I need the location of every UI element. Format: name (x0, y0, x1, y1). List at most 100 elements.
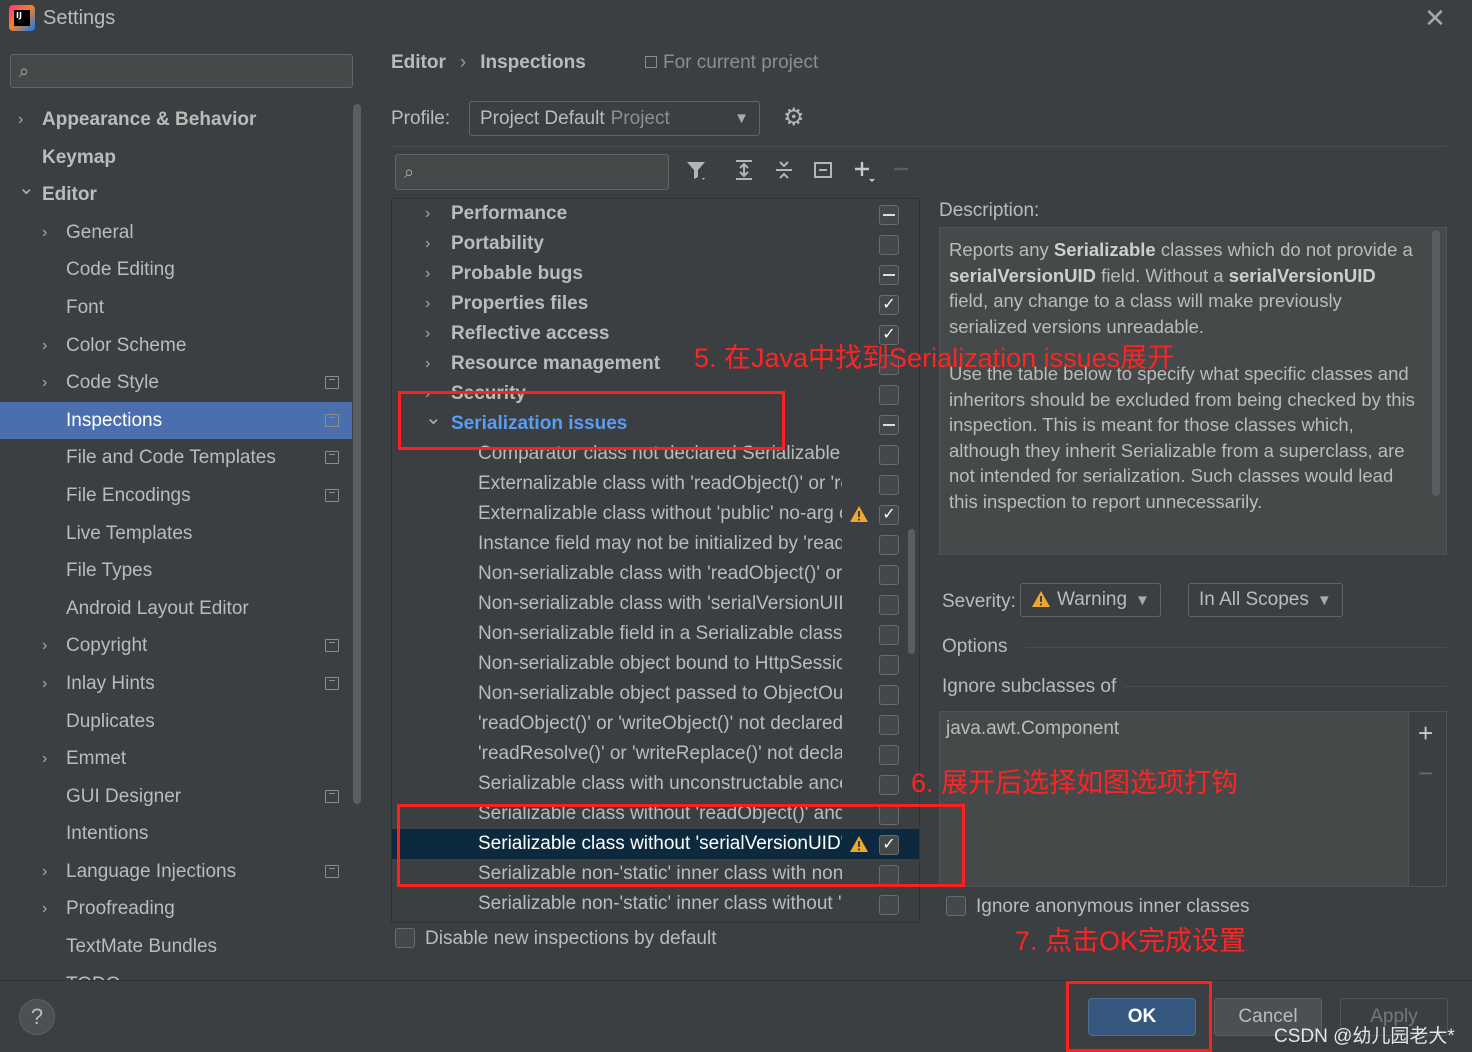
sidebar-item-file-and-code-templates[interactable]: File and Code Templates (0, 439, 352, 477)
inspection-item[interactable]: Instance field may not be initialized by… (392, 529, 919, 559)
chevron-right-icon[interactable]: › (42, 853, 58, 891)
inspection-item[interactable]: Serializable class with unconstructable … (392, 769, 919, 799)
inspection-search-input[interactable]: ⌕ (395, 154, 669, 190)
sidebar-item-inlay-hints[interactable]: › Inlay Hints (0, 665, 352, 703)
sidebar-item-gui-designer[interactable]: GUI Designer (0, 778, 352, 816)
inspection-checkbox[interactable] (879, 415, 899, 435)
profile-dropdown[interactable]: Project Default Project ▼ (469, 101, 760, 136)
chevron-right-icon[interactable]: › (42, 627, 58, 665)
remove-class-icon[interactable]: − (1418, 758, 1433, 789)
chevron-right-icon[interactable]: › (425, 259, 430, 289)
sidebar-item-intentions[interactable]: Intentions (0, 815, 352, 853)
chevron-right-icon[interactable]: › (18, 101, 34, 139)
chevron-right-icon[interactable]: › (425, 319, 430, 349)
inspection-checkbox[interactable] (879, 535, 899, 555)
sidebar-item-code-editing[interactable]: Code Editing (0, 251, 352, 289)
chevron-right-icon[interactable]: › (42, 364, 58, 402)
inspection-checkbox[interactable] (879, 205, 899, 225)
sidebar-item-code-style[interactable]: › Code Style (0, 364, 352, 402)
sidebar-item-file-encodings[interactable]: File Encodings (0, 477, 352, 515)
inspection-checkbox[interactable] (879, 445, 899, 465)
sidebar-item-proofreading[interactable]: › Proofreading (0, 890, 352, 928)
inspection-checkbox[interactable] (879, 595, 899, 615)
ignore-anonymous-checkbox[interactable] (946, 896, 966, 916)
chevron-right-icon[interactable]: › (42, 740, 58, 778)
sidebar-item-inspections[interactable]: Inspections (0, 401, 352, 440)
close-icon[interactable]: ✕ (1422, 4, 1448, 32)
severity-dropdown[interactable]: Warning ▼ (1020, 583, 1161, 617)
sidebar-item-textmate-bundles[interactable]: TextMate Bundles (0, 928, 352, 966)
inspection-checkbox[interactable] (879, 895, 899, 915)
sidebar-item-editor[interactable]: ⌄ Editor (0, 176, 352, 214)
inspection-checkbox[interactable] (879, 685, 899, 705)
ignore-anonymous-option[interactable]: Ignore anonymous inner classes (946, 896, 1250, 918)
remove-icon[interactable] (888, 158, 914, 186)
add-icon[interactable] (851, 158, 877, 186)
inspection-item[interactable]: Non-serializable object bound to HttpSes… (392, 649, 919, 679)
inspection-item[interactable]: 'readObject()' or 'writeObject()' not de… (392, 709, 919, 739)
inspection-group[interactable]: › Performance (392, 199, 919, 229)
sidebar-item-appearance-behavior[interactable]: › Appearance & Behavior (0, 101, 352, 139)
chevron-right-icon[interactable]: › (425, 199, 430, 229)
inspection-tree-scrollbar[interactable] (908, 529, 915, 654)
inspection-group[interactable]: › Portability (392, 229, 919, 259)
sidebar-item-android-layout-editor[interactable]: Android Layout Editor (0, 590, 352, 628)
inspection-item[interactable]: Non-serializable class with 'serialVersi… (392, 589, 919, 619)
reset-icon[interactable] (810, 158, 836, 186)
inspection-item[interactable]: Externalizable class with 'readObject()'… (392, 469, 919, 499)
inspection-item[interactable]: Non-serializable field in a Serializable… (392, 619, 919, 649)
inspection-checkbox[interactable] (879, 625, 899, 645)
disable-new-checkbox[interactable] (395, 928, 415, 948)
inspection-item[interactable]: Serializable non-'static' inner class wi… (392, 889, 919, 919)
add-class-icon[interactable]: + (1418, 718, 1433, 749)
inspection-checkbox[interactable] (879, 475, 899, 495)
scope-dropdown[interactable]: In All Scopes ▼ (1188, 583, 1343, 617)
inspection-item[interactable]: 'readResolve()' or 'writeReplace()' not … (392, 739, 919, 769)
inspection-group[interactable]: › Properties files ✓ (392, 289, 919, 319)
breadcrumb-editor[interactable]: Editor (391, 52, 446, 73)
disable-new-inspections[interactable]: Disable new inspections by default (395, 928, 717, 950)
inspection-checkbox[interactable] (879, 565, 899, 585)
help-button[interactable]: ? (19, 999, 55, 1035)
inspection-checkbox[interactable] (879, 745, 899, 765)
inspection-checkbox[interactable] (879, 655, 899, 675)
sidebar-item-todo[interactable]: TODO (0, 966, 352, 980)
sidebar-item-file-types[interactable]: File Types (0, 552, 352, 590)
inspection-checkbox[interactable]: ✓ (879, 295, 899, 315)
collapse-all-icon[interactable] (771, 158, 797, 186)
gear-icon[interactable]: ⚙ (783, 106, 805, 130)
sidebar-item-duplicates[interactable]: Duplicates (0, 703, 352, 741)
sidebar-item-color-scheme[interactable]: › Color Scheme (0, 327, 352, 365)
list-item[interactable]: java.awt.Component (946, 718, 1119, 740)
sidebar-item-general[interactable]: › General (0, 214, 352, 252)
inspection-item[interactable]: Non-serializable object passed to Object… (392, 679, 919, 709)
inspection-checkbox[interactable] (879, 385, 899, 405)
chevron-right-icon[interactable]: › (425, 289, 430, 319)
inspection-checkbox[interactable]: ✓ (879, 505, 899, 525)
inspection-checkbox[interactable] (879, 775, 899, 795)
sidebar-item-font[interactable]: Font (0, 289, 352, 327)
chevron-right-icon[interactable]: › (42, 665, 58, 703)
inspection-item[interactable]: Non-serializable class with 'readObject(… (392, 559, 919, 589)
inspection-checkbox[interactable] (879, 235, 899, 255)
chevron-right-icon[interactable]: › (425, 229, 430, 259)
sidebar-scrollbar[interactable] (353, 104, 361, 804)
inspection-group[interactable]: › Probable bugs (392, 259, 919, 289)
settings-search-input[interactable]: ⌕ (10, 54, 353, 88)
sidebar-item-emmet[interactable]: › Emmet (0, 740, 352, 778)
chevron-right-icon[interactable]: › (42, 327, 58, 365)
expand-all-icon[interactable] (731, 158, 757, 186)
sidebar-item-copyright[interactable]: › Copyright (0, 627, 352, 665)
chevron-right-icon[interactable]: › (425, 349, 430, 379)
sidebar-item-keymap[interactable]: Keymap (0, 139, 352, 177)
inspection-checkbox[interactable] (879, 715, 899, 735)
chevron-right-icon[interactable]: › (42, 214, 58, 252)
description-scrollbar[interactable] (1432, 230, 1440, 496)
inspection-checkbox[interactable] (879, 265, 899, 285)
sidebar-item-live-templates[interactable]: Live Templates (0, 515, 352, 553)
inspection-item[interactable]: Externalizable class without 'public' no… (392, 499, 919, 529)
chevron-down-icon[interactable]: ⌄ (18, 170, 35, 208)
filter-icon[interactable] (683, 158, 709, 186)
sidebar-item-language-injections[interactable]: › Language Injections (0, 853, 352, 891)
chevron-right-icon[interactable]: › (42, 890, 58, 928)
